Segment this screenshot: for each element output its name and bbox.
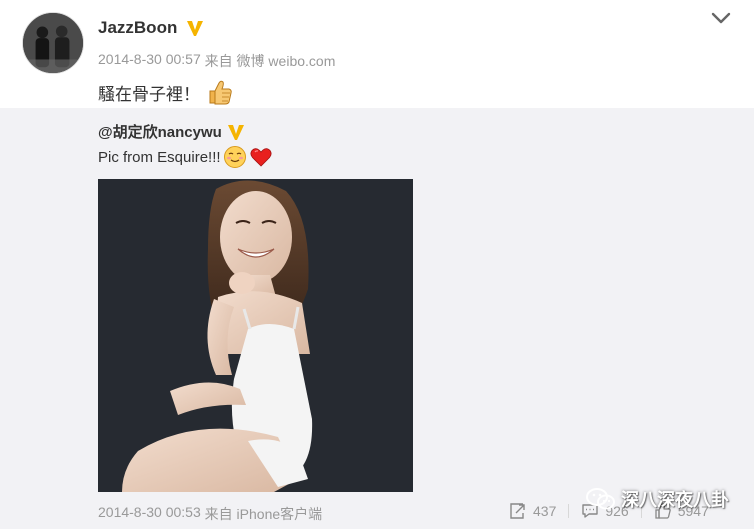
- repost-text: Pic from Esquire!!!: [98, 145, 273, 169]
- post-via-label: 来自: [200, 53, 237, 69]
- repost-text-content: Pic from Esquire!!!: [98, 148, 221, 166]
- repost-verified-v-badge-icon[interactable]: [226, 122, 246, 142]
- verified-v-badge-icon[interactable]: [185, 18, 205, 38]
- weibo-post: JazzBoon 2014-8-30 00:57 来自 微博 weibo.com…: [0, 0, 754, 529]
- repost-meta: 2014-8-30 00:53 来自 iPhone客户端: [98, 504, 322, 524]
- repost-box: @胡定欣nancywu Pic from Esquire!!! 2014-8-3…: [0, 108, 754, 529]
- repost-source[interactable]: iPhone客户端: [237, 504, 323, 524]
- forward-icon: [510, 503, 525, 519]
- repost-author-row: @胡定欣nancywu: [98, 121, 246, 142]
- post-text: 騷在骨子裡！: [98, 78, 234, 106]
- repost-author-name[interactable]: @胡定欣nancywu: [98, 121, 222, 142]
- author-row: JazzBoon: [98, 18, 205, 38]
- post-text-content: 騷在骨子裡！: [98, 84, 200, 104]
- repost-timestamp[interactable]: 2014-8-30 00:53: [98, 504, 201, 524]
- author-name[interactable]: JazzBoon: [98, 18, 177, 38]
- forward-button[interactable]: 437: [509, 502, 556, 520]
- watermark: 深八深夜八卦: [585, 486, 729, 512]
- action-divider: [568, 504, 570, 518]
- avatar-image: [23, 13, 83, 73]
- shy-smile-emoji-icon: [223, 146, 246, 168]
- repost-photo-image: [98, 179, 413, 492]
- avatar[interactable]: [22, 12, 84, 74]
- forward-count: 437: [533, 503, 557, 519]
- post-meta: 2014-8-30 00:57 来自 微博 weibo.com: [98, 51, 335, 71]
- thumbs-up-emoji-icon: [209, 80, 232, 105]
- chevron-down-icon[interactable]: [710, 10, 732, 26]
- wechat-logo-icon: [586, 488, 615, 510]
- repost-via-label: 来自: [200, 506, 237, 522]
- post-source[interactable]: 微博 weibo.com: [237, 51, 336, 71]
- post-timestamp[interactable]: 2014-8-30 00:57: [98, 51, 201, 71]
- repost-photo[interactable]: [98, 179, 413, 492]
- heart-emoji-icon: [250, 148, 272, 167]
- watermark-text: 深八深夜八卦: [621, 490, 729, 510]
